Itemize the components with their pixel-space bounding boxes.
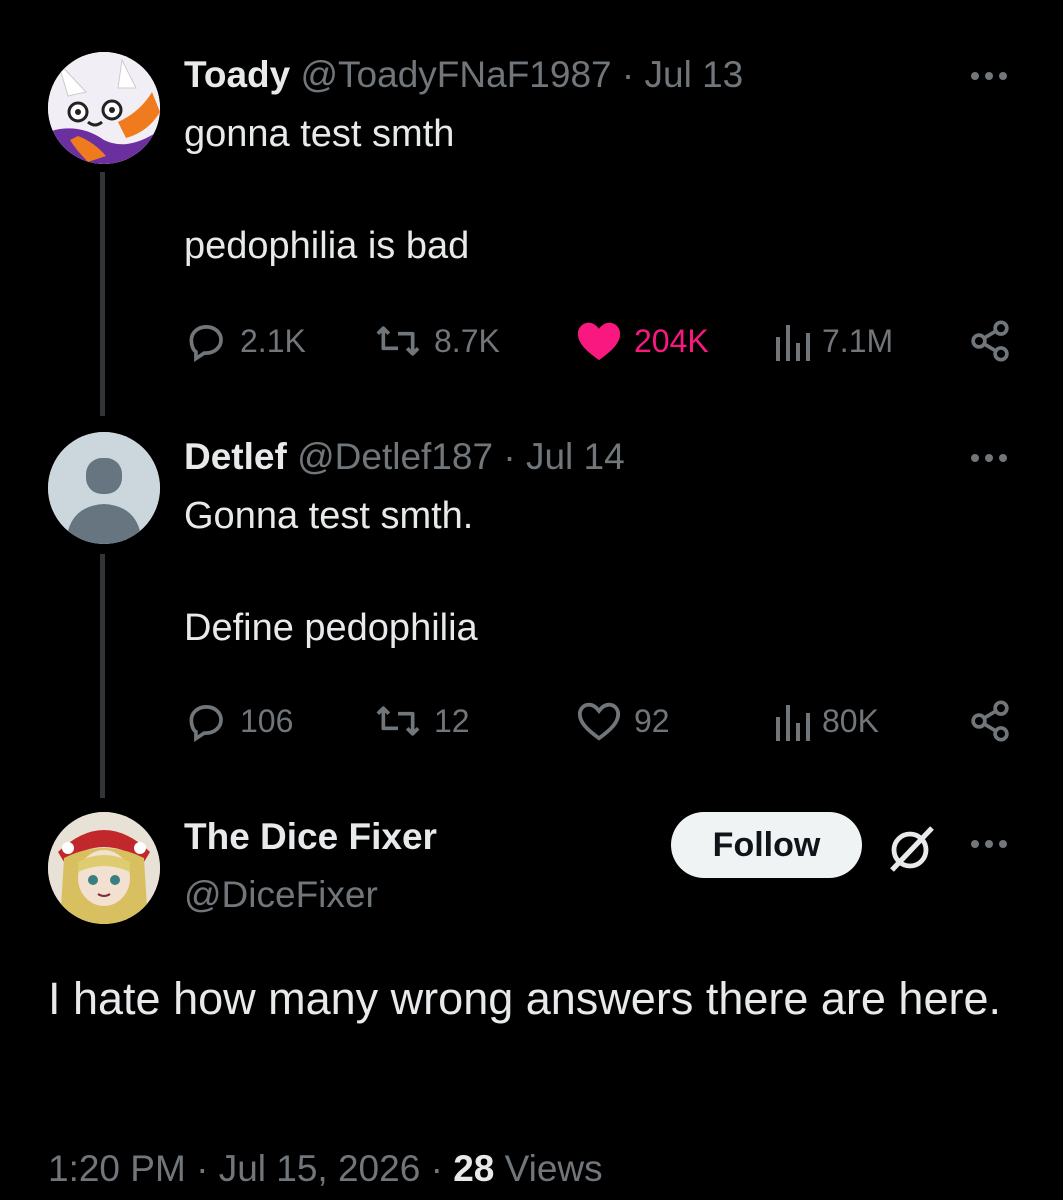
more-icon	[971, 454, 979, 462]
tweet-actions: 2.1K 8.7K 204K 7.1M	[184, 316, 1013, 366]
like-button[interactable]: 92	[576, 696, 670, 746]
repost-icon	[376, 706, 420, 736]
more-options-button[interactable]	[967, 834, 1011, 854]
heart-icon	[577, 702, 621, 741]
tweet-text-line: gonna test smth	[184, 113, 455, 155]
tweet-text-line: pedophilia is bad	[184, 225, 470, 267]
tweet-text-line: Define pedophilia	[184, 607, 478, 649]
separator-dot: ·	[503, 436, 516, 477]
share-button[interactable]	[968, 316, 1012, 366]
reply-button[interactable]: 2.1K	[184, 316, 306, 366]
views-label: Views	[504, 1148, 603, 1189]
avatar-toady-image	[48, 52, 160, 164]
grok-icon	[890, 826, 934, 872]
like-button[interactable]: 204K	[576, 316, 709, 366]
tweet-time[interactable]: 1:20 PM	[48, 1148, 186, 1189]
tweet-date[interactable]: Jul 15, 2026	[219, 1148, 421, 1189]
tweet-date[interactable]: Jul 14	[526, 436, 625, 477]
repost-icon	[376, 326, 420, 356]
views-count: 28	[453, 1148, 495, 1189]
repost-count: 8.7K	[434, 322, 500, 359]
repost-button[interactable]: 8.7K	[374, 316, 500, 366]
tweet-actions: 106 12 92 80K	[184, 696, 1013, 746]
share-icon	[971, 700, 1009, 742]
grok-button[interactable]	[884, 820, 940, 876]
views-count: 7.1M	[822, 322, 894, 359]
more-options-button[interactable]	[967, 448, 1011, 468]
like-count: 92	[634, 702, 670, 739]
tweet-header: Detlef @Detlef187 · Jul 14	[184, 434, 1023, 480]
author-handle[interactable]: @Detlef187	[297, 436, 493, 477]
views-icon	[776, 705, 810, 741]
separator-dot: ·	[196, 1148, 209, 1189]
avatar-dicefixer[interactable]	[48, 812, 160, 924]
tweet-text-line: Gonna test smth.	[184, 495, 474, 537]
views-button[interactable]: 80K	[774, 696, 879, 746]
repost-count: 12	[434, 702, 470, 739]
thread-line	[100, 172, 105, 416]
reply-count: 106	[240, 702, 294, 739]
share-icon	[971, 320, 1009, 362]
more-options-button[interactable]	[967, 66, 1011, 86]
views-icon	[776, 325, 810, 361]
like-count: 204K	[634, 322, 709, 359]
avatar-toady[interactable]	[48, 52, 160, 164]
reply-icon	[189, 325, 223, 363]
avatar-dicefixer-image	[48, 812, 160, 924]
tweet-text: gonna test smth pedophilia is bad	[184, 106, 1023, 274]
author-name[interactable]: Toady	[184, 54, 290, 95]
thread-line	[100, 554, 105, 798]
more-icon	[971, 840, 979, 848]
reply-count: 2.1K	[240, 322, 306, 359]
reply-button[interactable]: 106	[184, 696, 293, 746]
tweet-header: Toady @ToadyFNaF1987 · Jul 13	[184, 52, 1023, 98]
author-handle[interactable]: @ToadyFNaF1987	[301, 54, 612, 95]
heart-icon	[577, 322, 621, 361]
separator-dot: ·	[430, 1148, 443, 1189]
more-icon	[971, 72, 979, 80]
share-button[interactable]	[968, 696, 1012, 746]
main-tweet-text: I hate how many wrong answers there are …	[48, 973, 1001, 1024]
views-count: 80K	[822, 702, 879, 739]
tweet-text: Gonna test smth. Define pedophilia	[184, 488, 1023, 656]
author-name[interactable]: Detlef	[184, 436, 287, 477]
follow-button[interactable]: Follow	[671, 812, 862, 878]
author-handle[interactable]: @DiceFixer	[184, 872, 1023, 918]
tweet-date[interactable]: Jul 13	[645, 54, 744, 95]
repost-button[interactable]: 12	[374, 696, 470, 746]
default-avatar-icon	[48, 432, 160, 544]
separator-dot: ·	[621, 54, 635, 95]
avatar-detlef[interactable]	[48, 432, 160, 544]
views-button[interactable]: 7.1M	[774, 316, 893, 366]
reply-icon	[189, 705, 223, 743]
tweet-meta: 1:20 PM · Jul 15, 2026 · 28 Views	[48, 1146, 603, 1192]
